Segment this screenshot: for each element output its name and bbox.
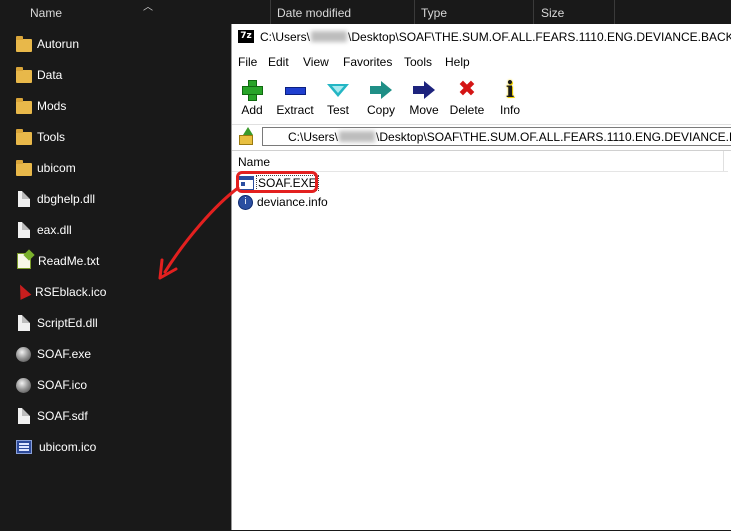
add-plus-icon [240, 79, 264, 101]
explorer-item-soaf-sdf[interactable]: SOAF.sdf [16, 405, 216, 427]
explorer-item-soaf-exe[interactable]: SOAF.exe [16, 343, 216, 365]
menu-view[interactable]: View [303, 52, 329, 72]
7zip-window: 7z C:\Users\ \Desktop\SOAF\THE.SUM.OF.ALL… [231, 24, 731, 530]
red-logo-icon [16, 284, 30, 300]
explorer-item-label: SOAF.exe [37, 347, 92, 361]
menu-favorites[interactable]: Favorites [343, 52, 392, 72]
explorer-item-soaf-ico[interactable]: SOAF.ico [16, 374, 216, 396]
explorer-item-tools[interactable]: Tools [16, 126, 216, 148]
dll-file-icon [18, 315, 30, 331]
explorer-item-label: eax.dll [37, 223, 72, 237]
extract-minus-icon [283, 79, 307, 101]
column-header-name[interactable]: Name [30, 0, 62, 24]
explorer-item-ubicom-ico[interactable]: ubicom.ico [16, 436, 216, 458]
explorer-item-label: Tools [37, 130, 66, 144]
delete-x-icon: ✖ [457, 77, 477, 102]
explorer-item-label: SOAF.sdf [37, 409, 88, 423]
toolbar: Add Extract Test Copy Move ✖ Delete i Info [232, 74, 731, 120]
column-header-size[interactable]: Size [541, 0, 564, 24]
explorer-item-scripted-dll[interactable]: ScriptEd.dll [16, 312, 216, 334]
address-field[interactable]: C:\Users\ \Desktop\SOAF\THE.SUM.OF.ALL.FE… [262, 127, 731, 146]
column-separator[interactable] [533, 0, 534, 24]
explorer-item-label: Mods [37, 99, 67, 113]
explorer-item-label: ubicom.ico [39, 440, 97, 454]
copy-arrow-icon [369, 79, 393, 101]
explorer-item-label: RSEblack.ico [35, 285, 107, 299]
title-bar[interactable]: 7z C:\Users\ \Desktop\SOAF\THE.SUM.OF.ALL… [232, 24, 731, 50]
info-file-icon: i [238, 194, 253, 210]
explorer-item-label: ScriptEd.dll [37, 316, 98, 330]
column-separator[interactable] [270, 0, 271, 24]
column-header-type[interactable]: Type [421, 0, 447, 24]
list-item-label: deviance.info [257, 195, 328, 209]
explorer-item-label: ReadMe.txt [38, 254, 100, 268]
menu-edit[interactable]: Edit [268, 52, 289, 72]
explorer-item-label: dbghelp.dll [37, 192, 96, 206]
explorer-item-label: Data [37, 68, 63, 82]
menu-help[interactable]: Help [445, 52, 470, 72]
archive-file-list: Name SOAF.EXE i deviance.info [232, 150, 731, 531]
test-check-icon [326, 79, 350, 101]
redacted-username [311, 31, 348, 42]
globe-icon [16, 377, 31, 393]
dll-file-icon [18, 222, 30, 238]
notepad-file-icon [17, 253, 31, 269]
7zip-app-icon: 7z [238, 30, 254, 43]
window-title: C:\Users\ \Desktop\SOAF\THE.SUM.OF.ALL.FE… [260, 30, 731, 44]
globe-icon [16, 346, 31, 362]
column-header-date-modified[interactable]: Date modified [277, 0, 351, 24]
folder-icon [16, 97, 32, 114]
menu-file[interactable]: File [238, 52, 257, 72]
explorer-item-label: Autorun [37, 37, 80, 51]
explorer-item-readme-txt[interactable]: ReadMe.txt [16, 250, 216, 272]
up-folder-icon[interactable] [238, 127, 253, 145]
column-separator[interactable] [723, 151, 724, 171]
explorer-item-autorun[interactable]: Autorun [16, 33, 216, 55]
explorer-item-data[interactable]: Data [16, 64, 216, 86]
menu-tools[interactable]: Tools [404, 52, 432, 72]
explorer-item-label: ubicom [37, 161, 76, 175]
folder-icon [16, 35, 32, 52]
redacted-username [339, 131, 376, 142]
list-item-deviance-info[interactable]: i deviance.info [238, 193, 328, 211]
explorer-item-mods[interactable]: Mods [16, 95, 216, 117]
list-header-name[interactable]: Name [232, 151, 728, 172]
folder-icon [16, 159, 32, 176]
column-separator[interactable] [614, 0, 615, 24]
ubicom-logo-icon [16, 440, 32, 454]
explorer-item-ubicom[interactable]: ubicom [16, 157, 216, 179]
info-icon: i [505, 77, 515, 103]
folder-icon [16, 66, 32, 83]
explorer-item-rseblack-ico[interactable]: RSEblack.ico [16, 281, 216, 303]
blank-file-icon [18, 408, 30, 424]
address-bar: C:\Users\ \Desktop\SOAF\THE.SUM.OF.ALL.FE… [232, 124, 731, 149]
move-arrow-icon [412, 79, 436, 101]
dll-file-icon [18, 191, 30, 207]
explorer-item-eax-dll[interactable]: eax.dll [16, 219, 216, 241]
explorer-item-dbghelp-dll[interactable]: dbghelp.dll [16, 188, 216, 210]
info-button[interactable]: i Info [485, 74, 535, 120]
explorer-item-label: SOAF.ico [37, 378, 88, 392]
sort-ascending-icon: ︿ [143, 2, 153, 13]
menu-bar: File Edit View Favorites Tools Help [232, 52, 731, 72]
column-separator[interactable] [414, 0, 415, 24]
annotation-highlight-box [236, 171, 318, 193]
folder-icon [16, 128, 32, 145]
